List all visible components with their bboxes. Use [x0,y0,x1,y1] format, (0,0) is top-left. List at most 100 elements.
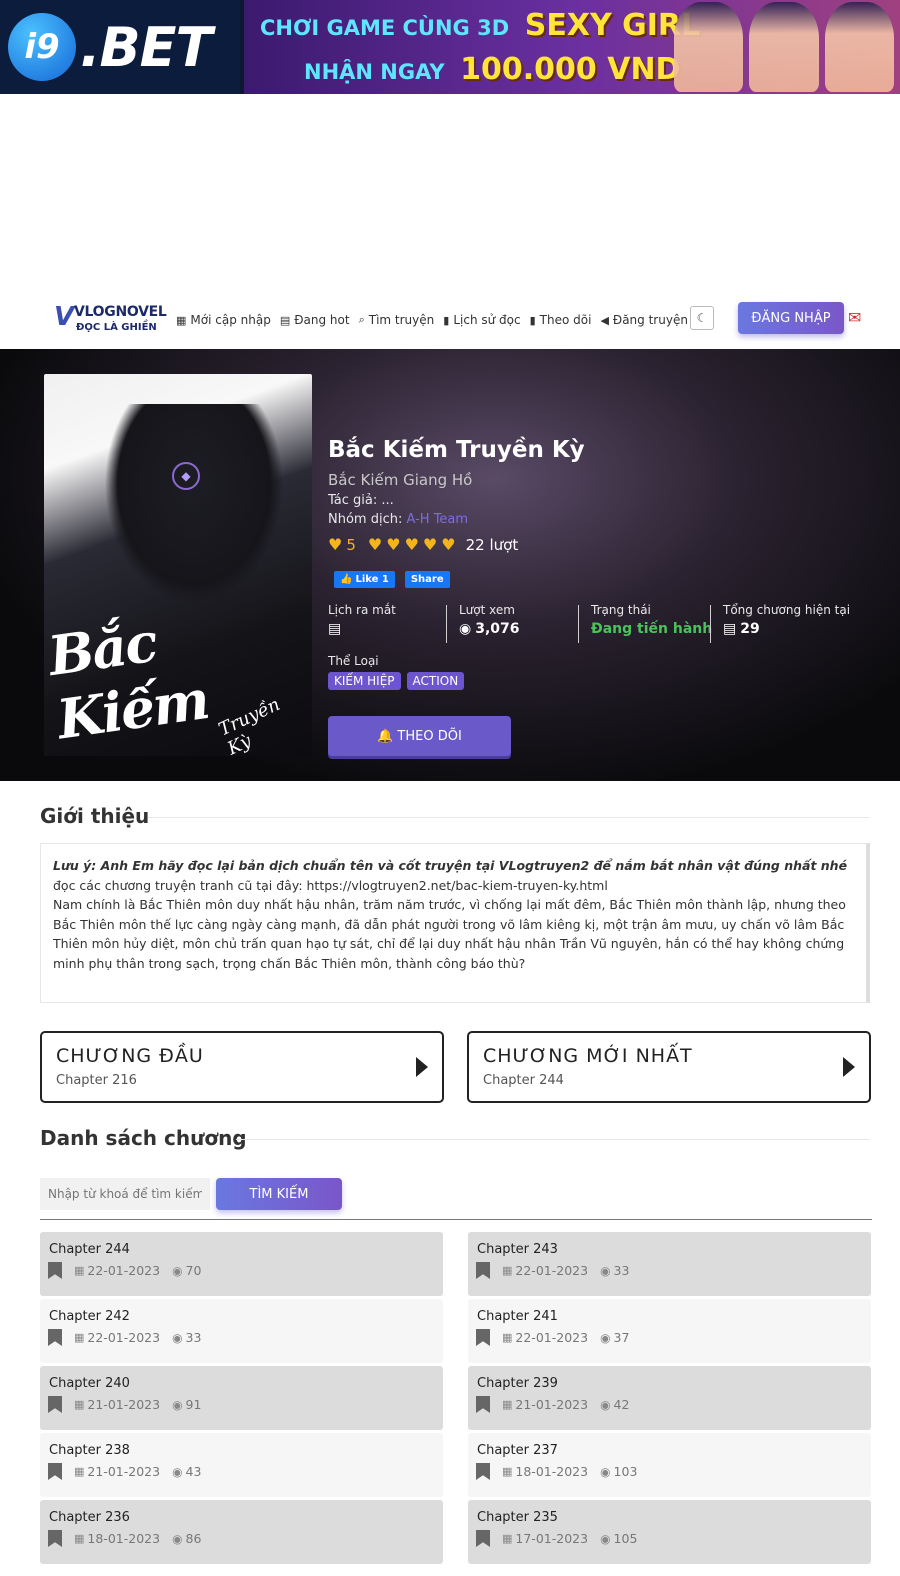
chapter-views: 70 [185,1263,202,1278]
cover-artwork [104,404,284,604]
author-value: ... [381,493,394,508]
caret-right-icon [843,1057,855,1077]
chapter-name: Chapter 240 [49,1376,130,1391]
genres-label: Thể Loại [328,654,379,668]
latest-chapter-heading: CHƯƠNG MỚI NHẤT [483,1045,693,1067]
bookmark-icon[interactable] [48,1329,62,1346]
first-chapter-button[interactable]: CHƯƠNG ĐẦU Chapter 216 [40,1031,444,1103]
chapter-item[interactable]: Chapter 241 ▦ 22-01-2023 ◉ 37 [468,1299,871,1363]
chapter-item[interactable]: Chapter 243 ▦ 22-01-2023 ◉ 33 [468,1232,871,1296]
ad-figure [674,2,744,92]
eye-icon: ◉ [172,1263,183,1278]
bookmark-icon[interactable] [48,1262,62,1279]
chapter-item[interactable]: Chapter 244 ▦ 22-01-2023 ◉ 70 [40,1232,443,1296]
stat-views: Lượt xem ◉ 3,076 [459,603,520,643]
genre-tag[interactable]: KIẾM HIỆP [328,672,401,690]
nav-item-search[interactable]: ⌕ Tìm truyện [359,313,435,327]
notification-icon[interactable]: ✉ [848,308,861,327]
chapter-item[interactable]: Chapter 240 ▦ 21-01-2023 ◉ 91 [40,1366,443,1430]
ad-line-2: NHẬN NGAY 100.000 VND [304,52,680,87]
story-group: Nhóm dịch: A-H Team [328,512,468,527]
chapter-item[interactable]: Chapter 242 ▦ 22-01-2023 ◉ 33 [40,1299,443,1363]
dark-mode-toggle[interactable]: ☾ [690,306,714,330]
rating-score: 5 [346,535,356,554]
chapter-item[interactable]: Chapter 238 ▦ 21-01-2023 ◉ 43 [40,1433,443,1497]
facebook-buttons: 👍 Like 1 Share [334,571,450,588]
bookmark-icon[interactable] [476,1530,490,1547]
rating-heart-icon[interactable]: ♥ [368,535,382,554]
calendar-icon: ▦ [74,1465,85,1478]
section-divider [236,1139,870,1140]
nav-item-follow[interactable]: ▮ Theo dõi [530,313,592,327]
chapter-search-input[interactable] [40,1178,210,1210]
group-link[interactable]: A-H Team [406,512,468,527]
cover-emblem: ◆ [172,462,200,490]
latest-chapter-button[interactable]: CHƯƠNG MỚI NHẤT Chapter 244 [467,1031,871,1103]
calendar-icon: ▦ [502,1398,513,1411]
stat-views-label: Lượt xem [459,603,515,617]
search-icon: ⌕ [358,313,365,326]
rating-heart-icon[interactable]: ♥ [423,535,437,554]
story-hero: ◆ Bắc Kiếm Truyền Kỳ Bắc Kiếm Truyền Kỳ … [0,349,900,781]
story-cover[interactable]: ◆ Bắc Kiếm Truyền Kỳ [44,374,312,756]
intro-body: Nam chính là Bắc Thiên môn duy nhất hậu … [53,897,846,971]
chapter-item[interactable]: Chapter 239 ▦ 21-01-2023 ◉ 42 [468,1366,871,1430]
chapter-meta: ▦ 21-01-2023 ◉ 91 [48,1396,201,1413]
ad-illustration [674,2,894,92]
stat-chapters-label: Tổng chương hiện tại [723,603,851,617]
ad-logo-text: .BET [80,15,212,79]
bookmark-icon[interactable] [476,1396,490,1413]
ad-logo: i9 .BET [0,0,240,94]
ad-promo: CHƠI GAME CÙNG 3D SEXY GIRL NHẬN NGAY 10… [244,0,900,94]
follow-button[interactable]: 🔔 THEO DÕI [328,716,511,756]
chapter-item[interactable]: Chapter 235 ▦ 17-01-2023 ◉ 105 [468,1500,871,1564]
facebook-like-button[interactable]: 👍 Like 1 [334,571,395,588]
chapter-views: 33 [185,1330,202,1345]
rating-heart-icon[interactable]: ♥ [441,535,455,554]
chapter-name: Chapter 237 [477,1443,558,1458]
first-chapter-number: Chapter 216 [56,1073,137,1088]
chapter-list-title: Danh sách chương [40,1126,247,1150]
chapter-meta: ▦ 18-01-2023 ◉ 86 [48,1530,201,1547]
bookmark-icon[interactable] [476,1463,490,1480]
first-chapter-heading: CHƯƠNG ĐẦU [56,1045,204,1067]
rating-heart-icon[interactable]: ♥ [405,535,419,554]
chapter-name: Chapter 238 [49,1443,130,1458]
bookmark-icon[interactable] [48,1463,62,1480]
nav-item-new[interactable]: ▦ Mới cập nhập [176,313,271,327]
bell-icon: 🔔 [377,728,394,744]
latest-chapter-number: Chapter 244 [483,1073,564,1088]
ad-line-2-big: 100.000 VND [460,52,681,87]
group-label: Nhóm dịch: [328,512,403,527]
story-rating: ♥ 5 ♥ ♥ ♥ ♥ ♥ 22 lượt [328,535,518,554]
chapter-date: 18-01-2023 [87,1531,161,1546]
chapter-search-button[interactable]: TÌM KIẾM [216,1178,342,1210]
calendar-icon: ▦ [74,1398,85,1411]
genre-list: KIẾM HIỆP ACTION [328,672,465,690]
ad-line-1-small: CHƠI GAME CÙNG 3D [260,16,510,40]
facebook-share-button[interactable]: Share [404,571,450,588]
nav-item-label: Lịch sử đọc [453,313,521,327]
bookmark-icon[interactable] [48,1396,62,1413]
rating-heart-icon[interactable]: ♥ [386,535,400,554]
calendar-icon: ▦ [502,1264,513,1277]
ad-banner[interactable]: i9 .BET CHƠI GAME CÙNG 3D SEXY GIRL NHẬN… [0,0,900,94]
nav-item-hot[interactable]: ▤ Đang hot [280,313,350,327]
eye-icon: ◉ [172,1531,183,1546]
stat-views-value: ◉ 3,076 [459,621,520,637]
nav-item-upload[interactable]: ◀ Đăng truyện [600,313,688,327]
caret-right-icon [416,1057,428,1077]
site-logo[interactable]: V VLOGNOVEL ĐỌC LÀ GHIỀN [54,302,167,338]
ad-line-1: CHƠI GAME CÙNG 3D SEXY GIRL [260,8,700,43]
nav-item-history[interactable]: ▮ Lịch sử đọc [443,313,520,327]
chapter-item[interactable]: Chapter 236 ▦ 18-01-2023 ◉ 86 [40,1500,443,1564]
bookmark-icon[interactable] [476,1329,490,1346]
chapter-item[interactable]: Chapter 237 ▦ 18-01-2023 ◉ 103 [468,1433,871,1497]
login-button[interactable]: ĐĂNG NHẬP [738,302,844,334]
bookmark-icon[interactable] [476,1262,490,1279]
bookmark-icon[interactable] [48,1530,62,1547]
intro-note: Lưu ý: Anh Em hãy đọc lại bản dịch chuẩn… [53,858,848,873]
genre-tag[interactable]: ACTION [406,672,465,690]
chapter-list-divider [40,1219,872,1220]
stat-divider [710,605,711,643]
